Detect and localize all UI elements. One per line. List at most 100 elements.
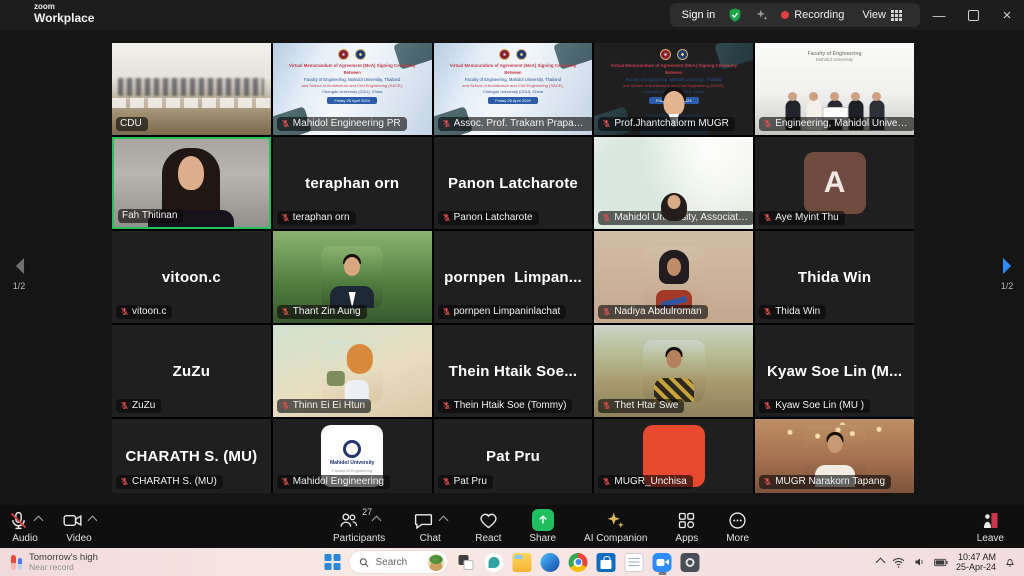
leave-button[interactable]: Leave <box>977 505 1004 548</box>
taskbar-search[interactable]: Search <box>350 551 448 573</box>
sign-in-button[interactable]: Sign in <box>682 9 716 21</box>
leave-label: Leave <box>977 533 1004 544</box>
ai-companion-button[interactable]: AI Companion <box>584 505 647 548</box>
share-button[interactable]: Share <box>529 505 556 548</box>
audio-options-caret[interactable] <box>34 515 44 525</box>
notepad-icon[interactable] <box>625 553 644 572</box>
participants-label: Participants <box>333 533 385 544</box>
participant-tile[interactable]: MUGR Narakorn Tapang <box>755 419 914 493</box>
participant-name: Fah Thitinan <box>122 210 177 221</box>
wifi-icon[interactable] <box>892 557 905 568</box>
meeting-toolbar: Audio Video 27 Participants <box>0 505 1024 548</box>
edge-browser-icon[interactable] <box>541 553 560 572</box>
titlebar-controls-pill: Sign in Recording View <box>670 3 920 27</box>
heart-icon <box>478 510 499 531</box>
participant-name-label: CHARATH S. (MU) <box>116 475 223 489</box>
audio-button[interactable]: Audio <box>8 505 42 548</box>
minimize-button[interactable]: — <box>922 0 956 30</box>
notification-bell-icon[interactable] <box>1004 556 1016 568</box>
participant-name-label: Panon Latcharote <box>438 211 539 225</box>
mahidol-logo-icon <box>677 49 688 60</box>
participant-tile[interactable]: Panon LatcharotePanon Latcharote <box>434 137 593 229</box>
microsoft-store-icon[interactable] <box>597 553 616 572</box>
participant-tile[interactable]: AAye Myint Thu <box>755 137 914 229</box>
zoom-app-icon[interactable] <box>653 553 672 572</box>
participant-tile[interactable]: CHARATH S. (MU)CHARATH S. (MU) <box>112 419 271 493</box>
muted-mic-icon <box>602 213 611 222</box>
participant-name: Thida Win <box>775 306 820 317</box>
speaker-face <box>178 156 204 190</box>
muted-mic-icon <box>281 213 290 222</box>
participant-tile[interactable]: Mahidol UniversityFaculty of Engineering… <box>273 419 432 493</box>
participant-tile[interactable]: Kyaw Soe Lin (M...Kyaw Soe Lin (MU ) <box>755 325 914 417</box>
participant-tile[interactable]: MUGR_Unchisa <box>594 419 753 493</box>
muted-mic-icon <box>281 477 290 486</box>
participant-tile[interactable]: Fah Thitinan <box>112 137 271 229</box>
participant-tile[interactable]: pornpen Limpan...pornpen Limpaninlachat <box>434 231 593 323</box>
participant-tile[interactable]: Virtual Memorandum of Agreement (MoA) Si… <box>434 43 593 135</box>
participant-tile[interactable]: Faculty of EngineeringMahidol University… <box>755 43 914 135</box>
university-logos <box>499 49 527 60</box>
participant-name: pornpen Limpaninlachat <box>454 306 561 317</box>
file-explorer-icon[interactable] <box>513 553 532 572</box>
maximize-button[interactable] <box>956 0 990 30</box>
start-button[interactable] <box>325 554 341 570</box>
chat-app-icon[interactable] <box>485 553 504 572</box>
taskbar-clock[interactable]: 10:47 AM 25-Apr-24 <box>956 552 996 573</box>
volume-icon[interactable] <box>913 556 926 568</box>
participant-name-label: Fah Thitinan <box>118 209 183 223</box>
video-options-caret[interactable] <box>88 515 98 525</box>
chat-button[interactable]: Chat <box>413 505 447 548</box>
participant-display-name: Pat Pru <box>486 448 540 465</box>
participant-tile[interactable]: vitoon.cvitoon.c <box>112 231 271 323</box>
previous-page-button[interactable]: 1/2 <box>6 256 32 291</box>
muted-mic-icon <box>442 477 451 486</box>
view-button[interactable]: View <box>856 8 908 22</box>
participant-tile[interactable]: Thein Htaik Soe...Thein Htaik Soe (Tommy… <box>434 325 593 417</box>
hidden-icons-button[interactable] <box>877 559 884 566</box>
chat-options-caret[interactable] <box>439 515 449 525</box>
camera-icon <box>62 510 83 531</box>
react-button[interactable]: React <box>475 505 501 548</box>
muted-mic-icon <box>442 307 451 316</box>
participant-tile[interactable]: ZuZuZuZu <box>112 325 271 417</box>
muted-mic-icon <box>442 213 451 222</box>
battery-icon[interactable] <box>934 558 948 567</box>
app-icon-generic[interactable] <box>681 553 700 572</box>
view-grid-icon <box>891 10 902 21</box>
participant-display-name: teraphan orn <box>305 175 399 192</box>
participant-tile[interactable]: teraphan ornteraphan orn <box>273 137 432 229</box>
participant-tile[interactable]: Thinn Ei Ei Htun <box>273 325 432 417</box>
mahidol-emblem-icon <box>343 440 361 458</box>
participants-options-caret[interactable] <box>372 515 382 525</box>
university-logos <box>660 49 688 60</box>
muted-mic-icon <box>281 307 290 316</box>
muted-mic-icon <box>602 307 611 316</box>
chrome-browser-icon[interactable] <box>569 553 588 572</box>
logo-line1: Mahidol University <box>330 460 374 466</box>
participant-tile[interactable]: Thida WinThida Win <box>755 231 914 323</box>
weather-widget[interactable]: Tomorrow's high Near record <box>0 552 220 573</box>
security-shield-icon[interactable] <box>727 7 743 23</box>
participant-tile[interactable]: Nadiya Abdulroman <box>594 231 753 323</box>
participants-button[interactable]: 27 Participants <box>333 505 385 548</box>
chevron-left-icon <box>13 256 26 276</box>
more-label: More <box>726 533 749 544</box>
task-view-button[interactable] <box>457 553 476 572</box>
apps-button[interactable]: Apps <box>675 505 698 548</box>
video-button[interactable]: Video <box>62 505 96 548</box>
muted-mic-icon <box>763 307 772 316</box>
participant-tile[interactable]: Virtual Memorandum of Agreement (MoA) Si… <box>594 43 753 135</box>
ai-sparkle-icon[interactable] <box>755 8 769 22</box>
close-button[interactable]: × <box>990 0 1024 30</box>
next-page-button[interactable]: 1/2 <box>994 256 1020 291</box>
apps-label: Apps <box>675 533 698 544</box>
participant-tile[interactable]: CDU <box>112 43 271 135</box>
participant-name: vitoon.c <box>132 306 166 317</box>
more-button[interactable]: More <box>726 505 749 548</box>
participant-tile[interactable]: Thet Htar Swe <box>594 325 753 417</box>
participant-tile[interactable]: Thant Zin Aung <box>273 231 432 323</box>
participant-tile[interactable]: Mahidol University, Associate Profess... <box>594 137 753 229</box>
participant-tile[interactable]: Pat PruPat Pru <box>434 419 593 493</box>
participant-tile[interactable]: Virtual Memorandum of Agreement (MoA) Si… <box>273 43 432 135</box>
